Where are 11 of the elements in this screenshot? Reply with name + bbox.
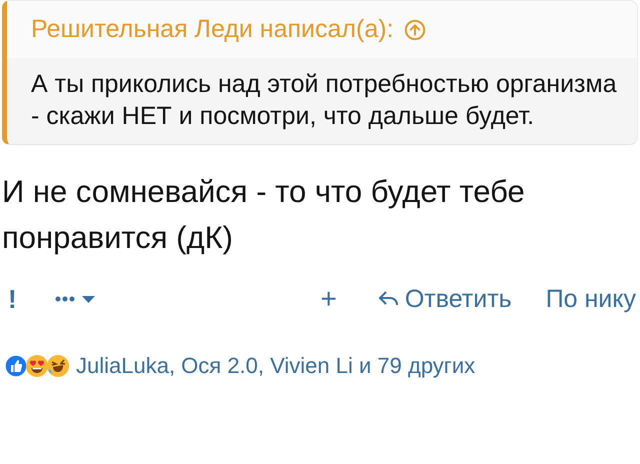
quote-text: А ты приколись над этой потребностью организма - скажи НЕТ и посмотри, что дальше будет.	[30, 69, 618, 132]
reply-button[interactable]: Ответить	[376, 284, 512, 314]
thumbs-up-icon[interactable]	[4, 354, 28, 378]
quote-author: Решительная Леди написал(а):	[31, 15, 394, 44]
reaction-names-link[interactable]: JuliaLuka, Ося 2.0, Vivien Li и 79 других	[76, 353, 476, 379]
report-button[interactable]: !	[8, 284, 17, 314]
heart-eyes-emoji-icon[interactable]	[25, 354, 49, 378]
add-button[interactable]: +	[320, 283, 337, 315]
quote-by-nick-link[interactable]: По нику	[546, 284, 636, 314]
message-text: И не сомневайся - то что будет тебе понравится (дК)	[1, 173, 526, 257]
laughing-emoji-icon[interactable]	[46, 354, 70, 378]
